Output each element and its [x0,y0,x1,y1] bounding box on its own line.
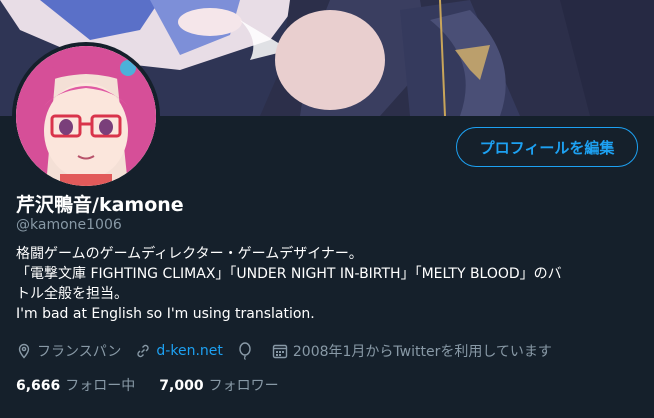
location-text: フランスパン [37,344,122,360]
location-icon [18,343,30,359]
avatar-image [16,46,156,186]
followers-label: フォロワー [208,378,279,394]
joined-text: 2008年1月からTwitterを利用しています [292,344,552,360]
bio-line: I'm bad at English so I'm using translat… [16,306,315,322]
website-link[interactable]: d-ken.net [156,343,222,359]
bio-line: 「電撃文庫 FIGHTING CLIMAX」「UNDER NIGHT IN-BI… [16,266,562,282]
following-count: 6,666 [16,378,61,394]
profile-joined: 2008年1月からTwitterを利用しています [272,341,552,361]
followers-link[interactable]: 7,000 フォロワー [159,375,278,395]
profile-website: d-ken.net [135,343,223,359]
birthday-balloon-icon [239,342,251,360]
profile-birthday [237,342,258,360]
edit-profile-button[interactable]: プロフィールを編集 [456,127,638,167]
bio-line: 格闘ゲームのゲームディレクター・ゲームデザイナー。 [16,246,363,262]
followers-count: 7,000 [159,378,204,394]
profile-handle: @kamone1006 [16,217,122,233]
bio-line: トル全般を担当。 [16,286,128,302]
profile-bio: 格闘ゲームのゲームディレクター・ゲームデザイナー。 「電撃文庫 FIGHTING… [16,244,636,324]
profile-location: フランスパン [16,341,121,361]
profile-avatar[interactable] [12,42,160,190]
calendar-icon [272,344,288,359]
link-icon [137,344,150,358]
profile-meta: フランスパン d-ken.net 2008年1月からTwitterを利用していま… [16,341,566,361]
following-label: フォロー中 [65,378,136,394]
following-link[interactable]: 6,666 フォロー中 [16,375,135,395]
profile-stats: 6,666 フォロー中 7,000 フォロワー [16,375,303,395]
profile-display-name: 芹沢鴨音/kamone [16,194,184,216]
